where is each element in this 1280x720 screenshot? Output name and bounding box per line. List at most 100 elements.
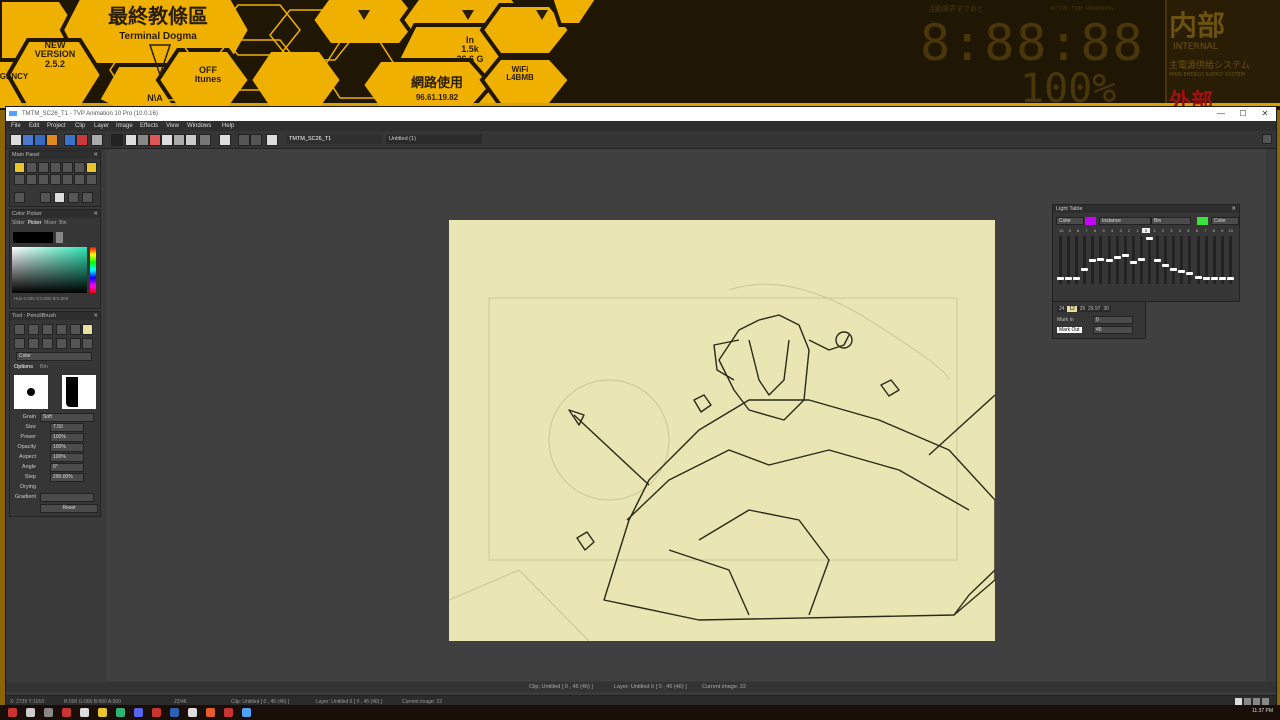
fps-value-selected[interactable]: 12: [1067, 306, 1077, 312]
color-field[interactable]: [12, 247, 87, 293]
menu-file[interactable]: File: [11, 121, 21, 131]
slider-knob[interactable]: [1210, 277, 1218, 281]
slider-knob[interactable]: [1154, 258, 1162, 262]
save-icon[interactable]: [34, 134, 46, 146]
record-icon[interactable]: [111, 134, 123, 146]
opacity-slider[interactable]: [1210, 236, 1218, 284]
right-color-swatch[interactable]: [1197, 217, 1208, 225]
brush-preset-1-icon[interactable]: [14, 324, 25, 335]
brush-preset-7-icon[interactable]: [14, 338, 25, 349]
tab-bin[interactable]: Bin: [40, 364, 48, 370]
slider-knob[interactable]: [1194, 275, 1202, 279]
line-icon[interactable]: [62, 162, 73, 173]
mark-out-field[interactable]: 45: [1093, 326, 1133, 334]
taskbar-app-icon[interactable]: [188, 708, 197, 717]
stop-icon[interactable]: [137, 134, 149, 146]
layer-icon[interactable]: [14, 174, 25, 185]
bin-select[interactable]: Bin: [1151, 217, 1191, 225]
fps-value[interactable]: 24: [1059, 306, 1065, 312]
param-opacity-field[interactable]: 100%: [50, 443, 84, 452]
ellipse-icon[interactable]: [50, 162, 61, 173]
opacity-slider[interactable]: [1226, 236, 1234, 284]
param-size-field[interactable]: 7.50: [50, 423, 84, 432]
tab-slider[interactable]: Slider: [12, 220, 25, 226]
opacity-slider[interactable]: [1154, 236, 1162, 284]
dropper-icon[interactable]: [40, 192, 51, 203]
menu-windows[interactable]: Windows: [187, 121, 211, 131]
param-grain-select[interactable]: Soft: [40, 413, 94, 422]
pen-icon[interactable]: [86, 162, 97, 173]
undo-icon[interactable]: [64, 134, 76, 146]
brush-icon[interactable]: [14, 162, 25, 173]
left-color-swatch[interactable]: [1085, 217, 1096, 225]
slider-knob[interactable]: [1129, 260, 1137, 264]
menu-layer[interactable]: Layer: [94, 121, 109, 131]
onion-icon[interactable]: [149, 134, 161, 146]
opacity-slider[interactable]: [1081, 236, 1089, 284]
opacity-slider[interactable]: [1057, 236, 1064, 284]
menu-edit[interactable]: Edit: [29, 121, 39, 131]
tab-options[interactable]: Options: [14, 364, 33, 370]
crop-icon[interactable]: [26, 174, 37, 185]
drawing-canvas[interactable]: [449, 220, 995, 641]
param-gradient-field[interactable]: [40, 493, 94, 502]
brush-preset-8-icon[interactable]: [28, 338, 39, 349]
tab-menu-icon[interactable]: [1262, 134, 1272, 144]
lasso-icon[interactable]: [38, 174, 49, 185]
slider-knob[interactable]: [1170, 267, 1178, 271]
mask-icon[interactable]: [185, 134, 197, 146]
primary-color-swatch[interactable]: [13, 232, 53, 243]
opacity-slider[interactable]: [1202, 236, 1210, 284]
brush-preset-10-icon[interactable]: [56, 338, 67, 349]
brush-preset-3-icon[interactable]: [42, 324, 53, 335]
color-icon[interactable]: [161, 134, 173, 146]
brush-preset-6-icon[interactable]: [82, 324, 93, 335]
slider-knob[interactable]: [1057, 277, 1064, 281]
fps-value[interactable]: 29.97: [1088, 306, 1101, 312]
layout-2-icon[interactable]: [1244, 698, 1251, 705]
screen-icon[interactable]: [266, 134, 278, 146]
slider-knob[interactable]: [1186, 272, 1194, 275]
opacity-slider[interactable]: [1218, 236, 1226, 284]
opacity-slider[interactable]: [1113, 236, 1121, 284]
opacity-slider[interactable]: [1178, 236, 1186, 284]
taskbar-app-icon[interactable]: [224, 708, 233, 717]
menu-effects[interactable]: Effects: [140, 121, 158, 131]
slider-knob[interactable]: [1146, 236, 1153, 240]
taskbar-app-icon[interactable]: [116, 708, 125, 717]
folder-icon[interactable]: [98, 708, 107, 717]
start-icon[interactable]: [8, 708, 17, 717]
tab-bin[interactable]: Bin: [59, 220, 66, 226]
fill-icon[interactable]: [74, 162, 85, 173]
tab-untitled[interactable]: Untitled (1): [386, 135, 482, 144]
slider-knob[interactable]: [1137, 257, 1145, 261]
slider-knob[interactable]: [1065, 277, 1073, 281]
tab-project[interactable]: TMTM_SC26_T1: [286, 135, 382, 144]
opacity-slider[interactable]: [1097, 236, 1105, 284]
menu-project[interactable]: Project: [47, 121, 66, 131]
discord-icon[interactable]: [134, 708, 143, 717]
swatch-icon[interactable]: [54, 192, 65, 203]
rect-icon[interactable]: [38, 162, 49, 173]
slider-knob[interactable]: [1089, 258, 1097, 262]
tab-mixer[interactable]: Mixer: [44, 220, 56, 226]
open-icon[interactable]: [22, 134, 34, 146]
smudge-icon[interactable]: [74, 174, 85, 185]
reset-button[interactable]: Reset: [40, 504, 98, 513]
opacity-slider[interactable]: [1121, 236, 1129, 284]
search-icon[interactable]: [26, 708, 35, 717]
opacity-slider[interactable]: [1129, 236, 1137, 284]
close-button[interactable]: ✕: [1254, 107, 1276, 121]
opacity-slider[interactable]: [1146, 236, 1153, 284]
slider-knob[interactable]: [1113, 256, 1121, 260]
eraser-icon[interactable]: [68, 192, 79, 203]
fps-value[interactable]: 25: [1080, 306, 1086, 312]
fps-value[interactable]: 30: [1103, 306, 1109, 312]
select-icon[interactable]: [50, 174, 61, 185]
redo-icon[interactable]: [76, 134, 88, 146]
mark-out-label[interactable]: Mark Out: [1057, 327, 1082, 333]
warp-icon[interactable]: [62, 174, 73, 185]
export-icon[interactable]: [46, 134, 58, 146]
new-project-icon[interactable]: [10, 134, 22, 146]
brush-preset-12-icon[interactable]: [82, 338, 93, 349]
